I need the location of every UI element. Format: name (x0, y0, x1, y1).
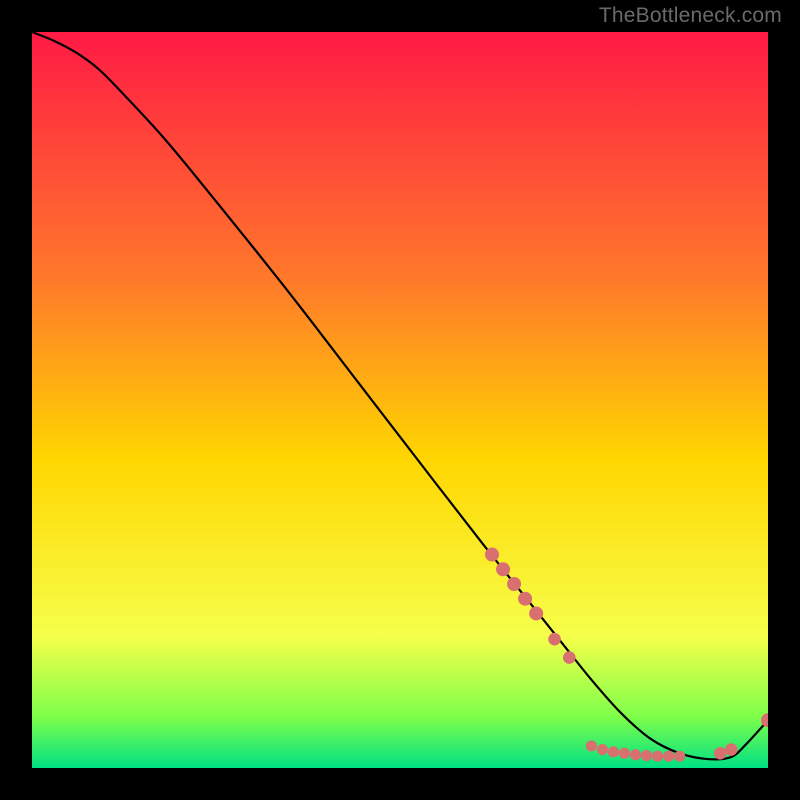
data-marker (507, 577, 521, 591)
data-marker (714, 747, 727, 760)
data-marker (548, 633, 561, 646)
data-marker (725, 743, 738, 756)
data-marker (485, 548, 499, 562)
watermark-label: TheBottleneck.com (599, 4, 782, 28)
data-marker (496, 562, 510, 576)
data-marker (518, 592, 532, 606)
data-marker (597, 744, 608, 755)
data-marker (652, 751, 663, 762)
data-marker (586, 740, 597, 751)
data-marker (563, 651, 576, 664)
data-marker (529, 606, 543, 620)
data-marker (619, 748, 630, 759)
gradient-background (32, 32, 768, 768)
data-marker (674, 751, 685, 762)
chart-svg (32, 32, 768, 768)
data-marker (630, 749, 641, 760)
data-marker (641, 750, 652, 761)
chart-stage: TheBottleneck.com (0, 0, 800, 800)
plot-area (32, 32, 768, 768)
data-marker (608, 746, 619, 757)
data-marker (663, 751, 674, 762)
